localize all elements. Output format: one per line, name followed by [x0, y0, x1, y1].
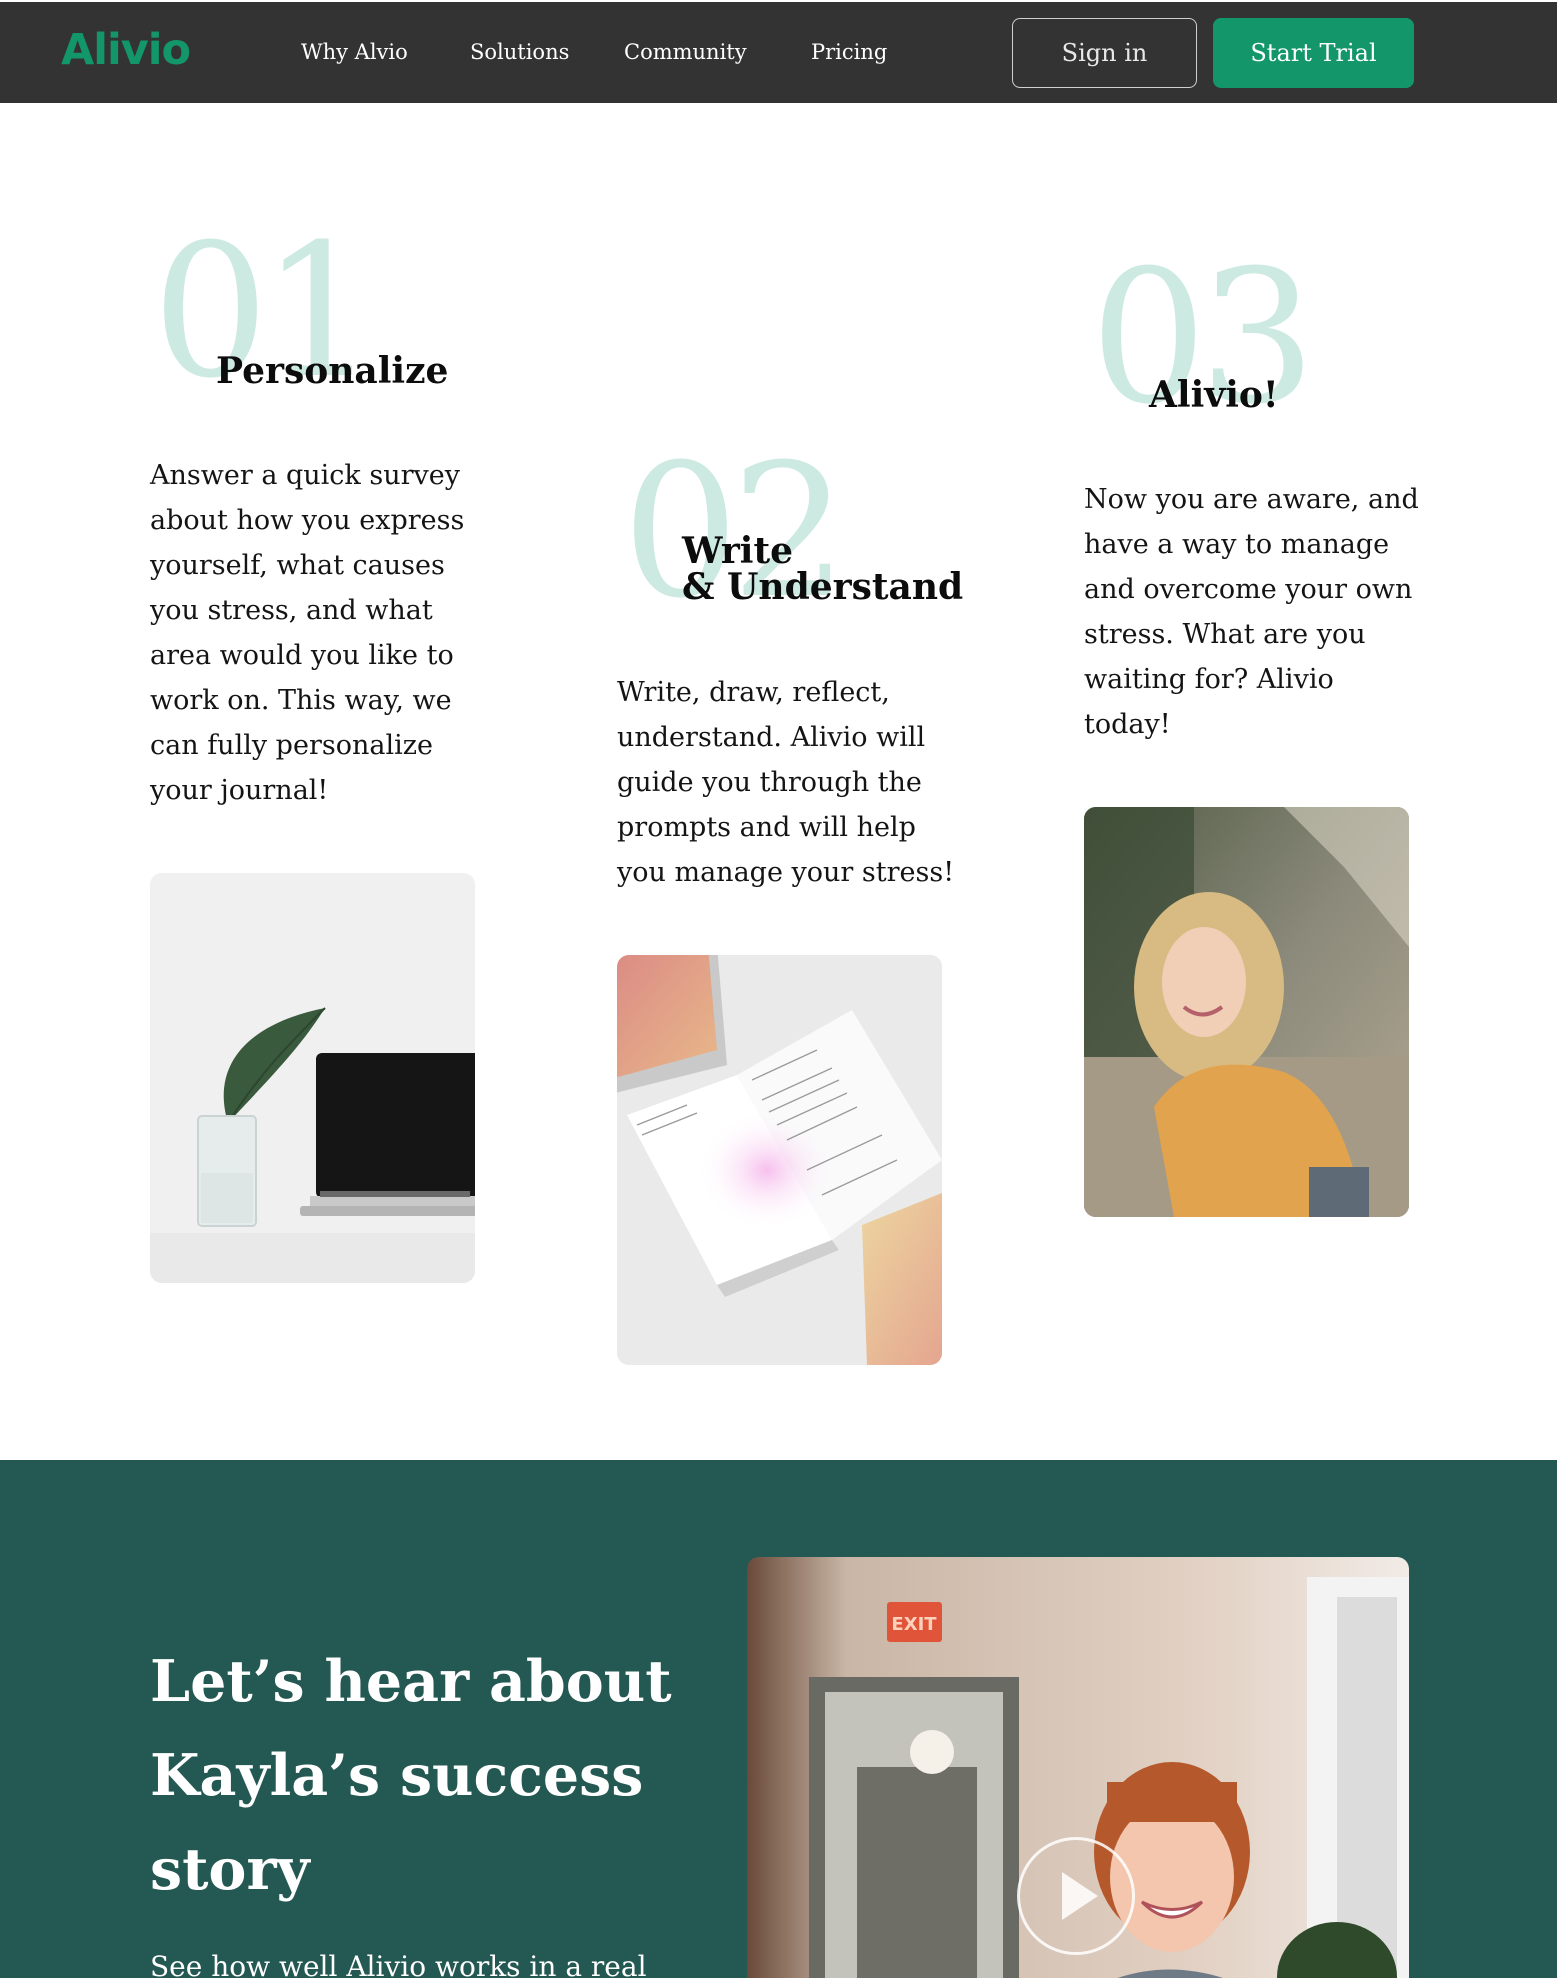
play-icon	[1062, 1872, 1098, 1920]
step-title-line: Alivio!	[1149, 374, 1279, 416]
start-trial-button[interactable]: Start Trial	[1213, 18, 1414, 88]
step-description: Answer a quick survey about how you expr…	[150, 460, 465, 806]
nav-link-pricing[interactable]: Pricing	[811, 40, 887, 64]
logo[interactable]: Alivio	[61, 25, 191, 75]
step-title: Write & Understand	[682, 533, 963, 605]
story-video[interactable]: EXIT	[747, 1557, 1409, 1978]
open-journal-image	[617, 955, 942, 1365]
play-button[interactable]	[1017, 1837, 1135, 1955]
step-title: Personalize	[216, 353, 448, 389]
laptop-plant-image	[150, 873, 475, 1283]
open-journal-illustration	[617, 955, 942, 1365]
top-nav: Alivio Why Alvio Solutions Community Pri…	[0, 2, 1557, 103]
smiling-woman-photo	[1084, 807, 1409, 1217]
nav-link-why-alvio[interactable]: Why Alvio	[301, 40, 408, 64]
sign-in-button[interactable]: Sign in	[1012, 18, 1197, 88]
success-story-section: Let’s hear about Kayla’s success story S…	[0, 1460, 1557, 1978]
nav-link-community[interactable]: Community	[624, 40, 747, 64]
nav-link-solutions[interactable]: Solutions	[470, 40, 569, 64]
step-title-line: Personalize	[216, 350, 449, 392]
exit-sign-text: EXIT	[891, 1614, 937, 1635]
step-title-line: & Understand	[682, 566, 964, 608]
step-title: Alivio!	[1149, 377, 1279, 413]
step-title-line: Write	[682, 530, 793, 572]
story-subtitle: See how well Alivio works in a real	[150, 1950, 647, 1978]
step-description: Write, draw, reflect, understand. Alivio…	[617, 677, 955, 888]
step-description: Now you are aware, and have a way to man…	[1084, 484, 1419, 740]
story-heading: Let’s hear about Kayla’s success story	[150, 1648, 672, 1903]
smiling-woman-image	[1084, 807, 1409, 1217]
laptop-plant-illustration	[150, 873, 475, 1283]
